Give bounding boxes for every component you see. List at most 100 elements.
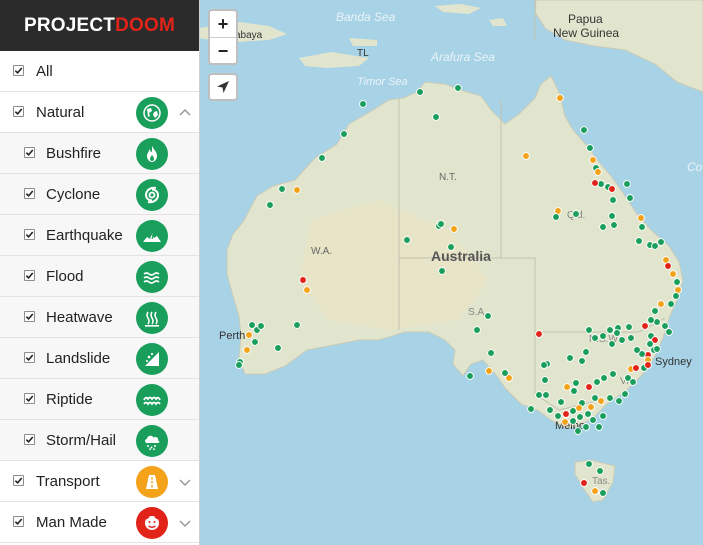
filter-storm-hail-checkbox[interactable] [24,434,35,445]
incident-marker[interactable] [589,416,597,424]
incident-marker[interactable] [554,412,562,420]
incident-marker[interactable] [587,403,595,411]
incident-marker[interactable] [403,236,411,244]
incident-marker[interactable] [599,332,607,340]
filter-earthquake[interactable]: Earthquake [0,215,199,256]
filter-bushfire[interactable]: Bushfire [0,133,199,174]
incident-marker[interactable] [646,340,654,348]
filter-man-made-checkbox[interactable] [13,516,24,527]
incident-marker[interactable] [501,369,509,377]
incident-marker[interactable] [632,364,640,372]
incident-marker[interactable] [552,213,560,221]
incident-marker[interactable] [557,398,565,406]
incident-marker[interactable] [606,326,614,334]
incident-marker[interactable] [595,423,603,431]
incident-marker[interactable] [450,225,458,233]
incident-marker[interactable] [644,361,652,369]
incident-marker[interactable] [566,354,574,362]
incident-marker[interactable] [437,220,445,228]
incident-marker[interactable] [540,361,548,369]
incident-marker[interactable] [546,406,554,414]
filter-bushfire-checkbox[interactable] [24,147,35,158]
incident-marker[interactable] [556,94,564,102]
incident-marker[interactable] [580,126,588,134]
incident-marker[interactable] [664,262,672,270]
incident-marker[interactable] [340,130,348,138]
incident-marker[interactable] [542,391,550,399]
filter-riptide-checkbox[interactable] [24,393,35,404]
incident-marker[interactable] [293,321,301,329]
incident-marker[interactable] [651,242,659,250]
incident-marker[interactable] [599,489,607,497]
incident-marker[interactable] [637,214,645,222]
incident-marker[interactable] [487,349,495,357]
incident-marker[interactable] [266,201,274,209]
incident-marker[interactable] [638,223,646,231]
chevron-up-icon[interactable] [178,106,192,120]
incident-marker[interactable] [535,330,543,338]
incident-marker[interactable] [574,427,582,435]
incident-marker[interactable] [647,316,655,324]
incident-marker[interactable] [466,372,474,380]
incident-marker[interactable] [672,292,680,300]
incident-marker[interactable] [651,307,659,315]
incident-marker[interactable] [657,300,665,308]
incident-marker[interactable] [473,326,481,334]
incident-marker[interactable] [485,367,493,375]
incident-marker[interactable] [484,312,492,320]
incident-marker[interactable] [609,196,617,204]
incident-marker[interactable] [569,417,577,425]
filter-natural-checkbox[interactable] [13,106,24,117]
incident-marker[interactable] [416,88,424,96]
incident-marker[interactable] [278,185,286,193]
incident-marker[interactable] [576,413,584,421]
incident-marker[interactable] [667,300,675,308]
incident-marker[interactable] [563,383,571,391]
incident-marker[interactable] [572,210,580,218]
incident-marker[interactable] [589,156,597,164]
incident-marker[interactable] [293,186,301,194]
incident-marker[interactable] [438,267,446,275]
incident-marker[interactable] [618,336,626,344]
incident-marker[interactable] [572,379,580,387]
incident-marker[interactable] [635,237,643,245]
incident-marker[interactable] [585,383,593,391]
incident-marker[interactable] [661,322,669,330]
filter-riptide[interactable]: Riptide [0,379,199,420]
incident-marker[interactable] [615,397,623,405]
incident-marker[interactable] [593,378,601,386]
incident-marker[interactable] [613,329,621,337]
incident-marker[interactable] [591,394,599,402]
incident-marker[interactable] [569,407,577,415]
filter-cyclone-checkbox[interactable] [24,188,35,199]
incident-marker[interactable] [561,418,569,426]
filter-flood[interactable]: Flood [0,256,199,297]
incident-marker[interactable] [432,113,440,121]
incident-marker[interactable] [600,374,608,382]
incident-marker[interactable] [641,322,649,330]
incident-marker[interactable] [606,394,614,402]
incident-marker[interactable] [245,331,253,339]
incident-marker[interactable] [629,378,637,386]
map-view[interactable]: Banda Sea Papua New Guinea Arafura Sea T… [199,0,703,545]
incident-marker[interactable] [584,410,592,418]
filter-cyclone[interactable]: Cyclone [0,174,199,215]
incident-marker[interactable] [591,487,599,495]
incident-marker[interactable] [243,346,251,354]
incident-marker[interactable] [653,345,661,353]
incident-marker[interactable] [578,357,586,365]
incident-marker[interactable] [541,376,549,384]
filter-transport[interactable]: Transport [0,461,199,502]
incident-marker[interactable] [608,185,616,193]
incident-marker[interactable] [586,144,594,152]
incident-marker[interactable] [608,340,616,348]
incident-marker[interactable] [570,387,578,395]
incident-marker[interactable] [522,152,530,160]
incident-marker[interactable] [562,410,570,418]
incident-marker[interactable] [299,276,307,284]
incident-marker[interactable] [609,370,617,378]
filter-earthquake-checkbox[interactable] [24,229,35,240]
incident-marker[interactable] [274,344,282,352]
filter-heatwave[interactable]: Heatwave [0,297,199,338]
incident-marker[interactable] [673,278,681,286]
